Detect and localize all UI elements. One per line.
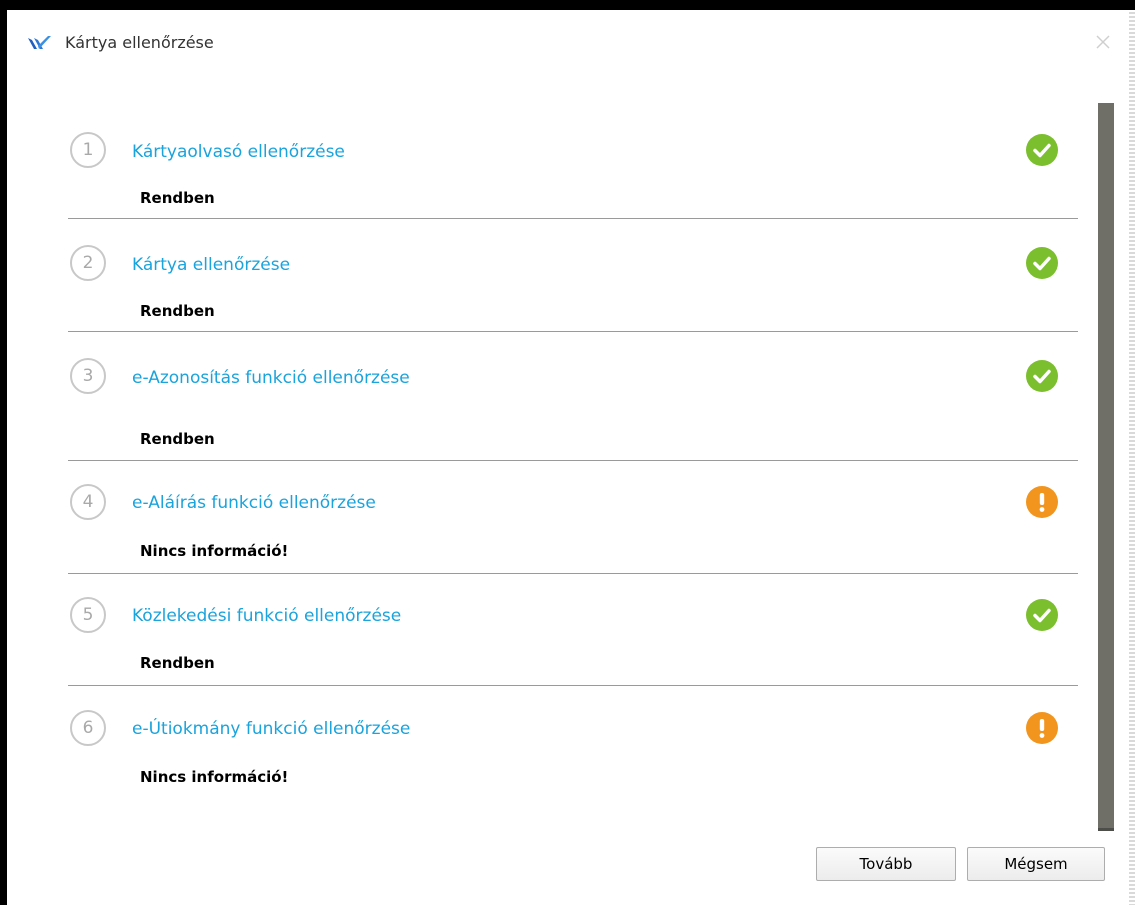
step-status: Rendben [140,302,215,320]
dialog-window: Kártya ellenőrzése 1 Kártyaolvasó ellenő… [0,0,1135,905]
step-status: Nincs információ! [140,542,289,560]
divider [68,331,1078,332]
step-title: Kártyaolvasó ellenőrzése [132,142,345,162]
step-status: Rendben [140,430,215,448]
step-title: Kártya ellenőrzése [132,255,291,275]
next-button[interactable]: Tovább [816,847,956,881]
title-bar: Kártya ellenőrzése [7,10,1129,70]
step-number-badge: 5 [70,597,106,633]
check-icon [1026,599,1058,631]
step-number-badge: 2 [70,245,106,281]
window-left-border [0,0,7,905]
app-logo-icon [28,36,51,49]
warning-icon [1026,486,1058,518]
step-number-badge: 6 [70,710,106,746]
step-number-badge: 1 [70,132,106,168]
warning-icon [1026,712,1058,744]
scrollbar[interactable] [1098,103,1114,831]
divider [68,685,1078,686]
divider [68,460,1078,461]
step-number-badge: 4 [70,484,106,520]
check-icon [1026,360,1058,392]
step-status: Rendben [140,189,215,207]
check-icon [1026,247,1058,279]
close-icon[interactable] [1093,32,1113,52]
window-top-border [0,0,1135,10]
step-status: Rendben [140,654,215,672]
divider [68,218,1078,219]
check-icon [1026,134,1058,166]
step-title: Közlekedési funkció ellenőrzése [132,606,402,626]
step-title: e-Azonosítás funkció ellenőrzése [132,368,410,388]
step-number-badge: 3 [70,358,106,394]
step-title: e-Aláírás funkció ellenőrzése [132,493,376,513]
step-status: Nincs információ! [140,768,289,786]
step-title: e-Útiokmány funkció ellenőrzése [132,719,411,739]
cancel-button[interactable]: Mégsem [967,847,1105,881]
divider [68,573,1078,574]
window-title: Kártya ellenőrzése [65,33,214,52]
window-right-edge [1129,10,1135,905]
